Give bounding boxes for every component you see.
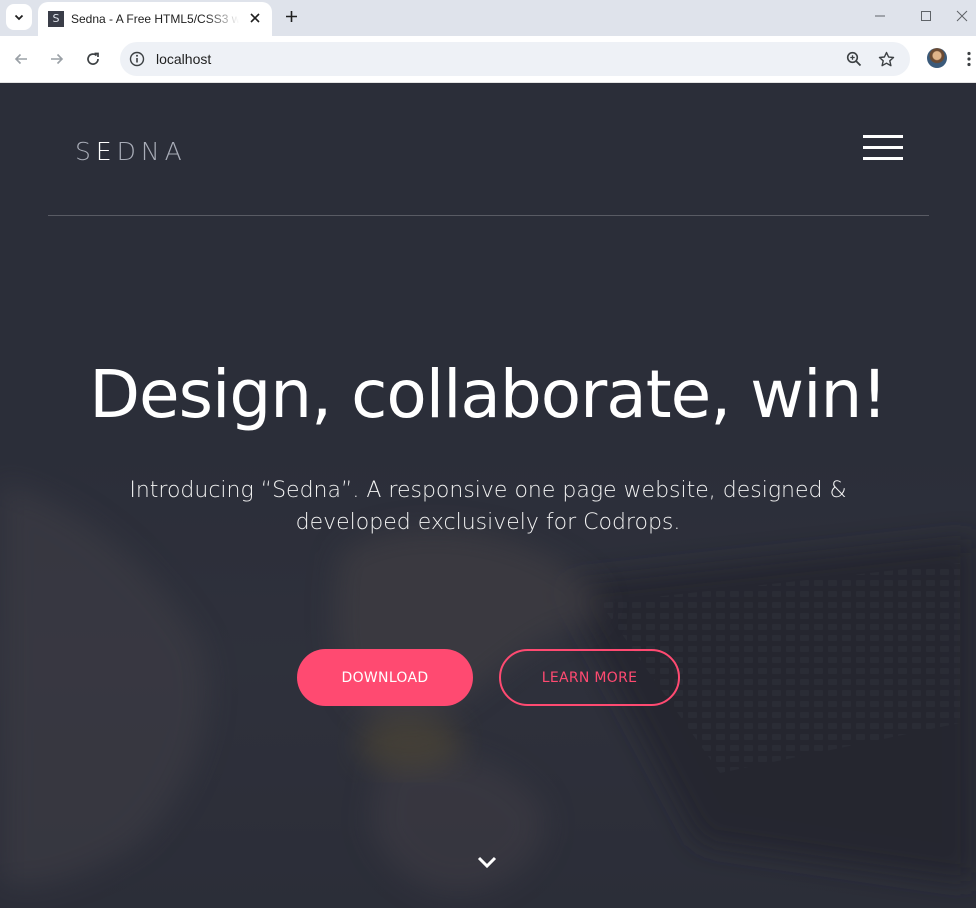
url-text: localhost xyxy=(156,51,212,67)
info-icon xyxy=(129,51,145,67)
browser-toolbar: localhost xyxy=(0,36,976,83)
profile-avatar[interactable] xyxy=(927,48,947,68)
learn-more-button[interactable]: LEARN MORE xyxy=(499,649,680,706)
browser-menu-button[interactable] xyxy=(962,48,976,70)
plus-icon xyxy=(285,10,297,22)
logo-text-suffix: DNA xyxy=(116,137,187,166)
zoom-button[interactable] xyxy=(844,49,864,69)
site-logo[interactable]: SEDNA xyxy=(75,137,187,166)
tab-title: Sedna - A Free HTML5/CSS3 website xyxy=(71,12,239,26)
back-button[interactable] xyxy=(10,48,32,70)
arrow-right-icon xyxy=(51,53,64,65)
reload-icon xyxy=(87,52,99,65)
hero-subheadline: Introducing “Sedna”. A responsive one pa… xyxy=(129,478,847,535)
hamburger-menu-icon[interactable] xyxy=(863,135,903,161)
close-icon xyxy=(250,13,260,23)
download-button[interactable]: DOWNLOAD xyxy=(297,649,473,706)
scroll-down-button[interactable] xyxy=(475,853,499,871)
hero-headline: Design, collaborate, win! xyxy=(89,356,888,433)
arrow-left-icon xyxy=(14,53,27,65)
new-tab-button[interactable] xyxy=(280,5,302,27)
favicon: S xyxy=(48,11,64,27)
site-info-button[interactable] xyxy=(128,50,146,68)
chevron-down-icon xyxy=(14,14,24,21)
address-bar[interactable]: localhost xyxy=(120,42,910,76)
reload-button[interactable] xyxy=(82,48,104,70)
close-window-button[interactable] xyxy=(948,4,976,28)
minimize-button[interactable] xyxy=(866,4,894,28)
logo-text-prefix: S xyxy=(75,137,96,166)
tab-close-button[interactable] xyxy=(246,9,264,27)
logo-text-highlight: E xyxy=(95,137,117,166)
tab-strip: S Sedna - A Free HTML5/CSS3 website xyxy=(0,0,976,36)
bookmark-button[interactable] xyxy=(876,49,896,69)
kebab-menu-icon xyxy=(967,51,971,67)
header-divider xyxy=(48,215,929,216)
hero-section: SEDNA Design, collaborate, win! Introduc… xyxy=(0,83,976,908)
chevron-down-icon xyxy=(477,856,497,868)
minimize-icon xyxy=(875,15,885,17)
close-window-icon xyxy=(956,10,968,22)
browser-tab[interactable]: S Sedna - A Free HTML5/CSS3 website xyxy=(38,2,272,36)
zoom-icon xyxy=(846,51,862,67)
star-icon xyxy=(878,51,894,66)
maximize-icon xyxy=(921,11,931,21)
forward-button[interactable] xyxy=(46,48,68,70)
maximize-button[interactable] xyxy=(912,4,940,28)
tab-search-button[interactable] xyxy=(6,4,32,30)
